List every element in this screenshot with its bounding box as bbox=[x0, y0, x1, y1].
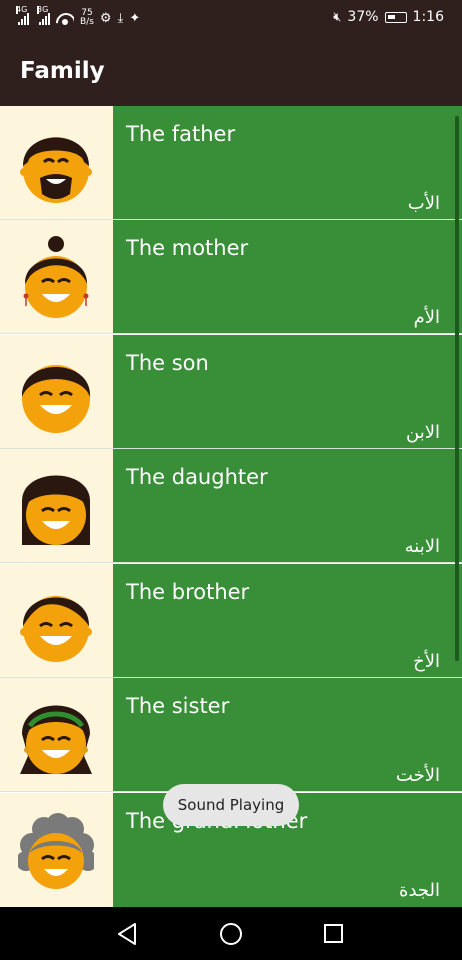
face-cell bbox=[0, 564, 113, 678]
english-word: The daughter bbox=[126, 465, 268, 489]
arabic-word: الأخ bbox=[413, 651, 440, 672]
english-word: The brother bbox=[126, 580, 250, 604]
english-word: The father bbox=[126, 122, 236, 146]
download-icon: ⤓ bbox=[117, 10, 124, 26]
face-cell bbox=[0, 793, 113, 907]
back-triangle-icon bbox=[118, 923, 136, 945]
status-left-icons: 4G 3G 75 B/s ⚙ ⤓ ✦ bbox=[16, 5, 141, 27]
arabic-word: الأم bbox=[413, 307, 440, 328]
data-saver-icon: ⚙ bbox=[99, 10, 112, 26]
list-item-brother[interactable]: The brother الأخ bbox=[0, 564, 462, 678]
list-item-daughter[interactable]: The daughter الابنه bbox=[0, 449, 462, 563]
word-card[interactable]: The father الأب bbox=[113, 106, 462, 220]
son-face-icon bbox=[18, 347, 94, 437]
network-type-label-2: 3G bbox=[37, 4, 49, 14]
english-word: The sister bbox=[126, 694, 230, 718]
recent-square-icon bbox=[324, 924, 343, 943]
arabic-word: الابن bbox=[406, 422, 440, 443]
row-divider bbox=[0, 562, 462, 563]
scrollbar[interactable] bbox=[455, 116, 459, 661]
face-cell bbox=[0, 678, 113, 792]
network-speed: 75 B/s bbox=[80, 9, 94, 27]
status-bar: 4G 3G 75 B/s ⚙ ⤓ ✦ 🔇︎ 37% 1:16 bbox=[0, 0, 462, 38]
mother-face-icon bbox=[18, 232, 94, 322]
word-card[interactable]: The mother الأم bbox=[113, 220, 462, 334]
cell-signal-icon-1: 4G bbox=[16, 5, 29, 25]
sound-playing-toast: Sound Playing bbox=[163, 784, 299, 826]
twitter-icon: ✦ bbox=[129, 10, 141, 26]
back-button[interactable] bbox=[113, 919, 143, 949]
row-divider bbox=[0, 333, 462, 334]
battery-icon bbox=[384, 11, 407, 23]
home-circle-icon bbox=[220, 923, 242, 945]
face-cell bbox=[0, 106, 113, 220]
sister-face-icon bbox=[18, 690, 94, 780]
list-item-father[interactable]: The father الأب bbox=[0, 106, 462, 220]
status-right-icons: 🔇︎ 37% 1:16 bbox=[333, 9, 444, 25]
brother-face-icon bbox=[18, 576, 94, 666]
arabic-word: الابنه bbox=[404, 536, 440, 557]
list-item-son[interactable]: The son الابن bbox=[0, 335, 462, 449]
list-item-sister[interactable]: The sister الأخت bbox=[0, 678, 462, 792]
app-bar: Family bbox=[0, 38, 462, 106]
face-cell bbox=[0, 335, 113, 449]
arabic-word: الأب bbox=[407, 193, 440, 214]
arabic-word: الأخت bbox=[395, 765, 440, 786]
face-cell bbox=[0, 220, 113, 334]
father-face-icon bbox=[18, 118, 94, 208]
mute-icon: 🔇︎ bbox=[333, 9, 342, 25]
network-type-label-1: 4G bbox=[16, 4, 28, 14]
clock: 1:16 bbox=[412, 9, 444, 25]
recent-apps-button[interactable] bbox=[319, 919, 349, 949]
home-button[interactable] bbox=[216, 919, 246, 949]
arabic-word: الجدة bbox=[399, 880, 440, 901]
list-item-mother[interactable]: The mother الأم bbox=[0, 220, 462, 334]
system-nav-bar bbox=[0, 907, 462, 960]
grandmother-face-icon bbox=[18, 805, 94, 895]
word-card[interactable]: The sister الأخت bbox=[113, 678, 462, 792]
english-word: The son bbox=[126, 351, 209, 375]
page-title: Family bbox=[20, 58, 105, 84]
network-speed-unit: B/s bbox=[80, 17, 94, 27]
english-word: The mother bbox=[126, 236, 249, 260]
word-card[interactable]: The son الابن bbox=[113, 335, 462, 449]
battery-percent: 37% bbox=[347, 9, 379, 25]
daughter-face-icon bbox=[18, 461, 94, 551]
face-cell bbox=[0, 449, 113, 563]
wifi-icon bbox=[56, 11, 74, 25]
cell-signal-icon-2: 3G bbox=[37, 5, 50, 25]
word-card[interactable]: The daughter الابنه bbox=[113, 449, 462, 563]
word-card[interactable]: The brother الأخ bbox=[113, 564, 462, 678]
